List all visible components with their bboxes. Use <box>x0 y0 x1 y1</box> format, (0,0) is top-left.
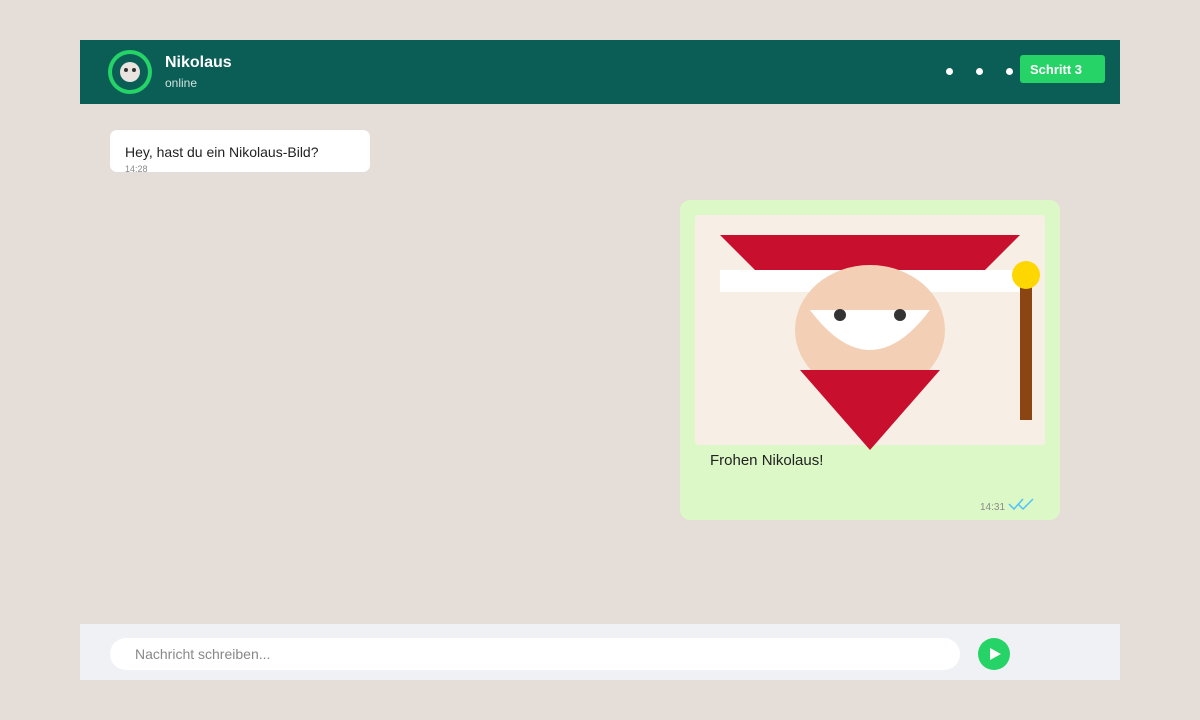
send-button[interactable] <box>978 638 1010 670</box>
menu-dot-icon[interactable] <box>1006 68 1013 75</box>
incoming-message: Hey, hast du ein Nikolaus-Bild? 14:28 <box>110 130 370 174</box>
santa-illustration <box>720 235 1040 450</box>
message-time: 14:28 <box>125 164 148 174</box>
staff-orb <box>1012 261 1040 289</box>
contact-name[interactable]: Nikolaus <box>165 54 232 72</box>
contact-status: online <box>165 76 198 90</box>
send-icon <box>990 648 1001 660</box>
contact-avatar[interactable] <box>108 50 152 94</box>
santa-image[interactable] <box>695 215 1045 450</box>
santa-eye-right <box>894 309 906 321</box>
santa-coat <box>800 370 940 450</box>
avatar-eye <box>124 68 128 72</box>
message-time: 14:31 <box>980 502 1006 513</box>
santa-hat <box>720 235 1020 270</box>
message-input[interactable] <box>110 638 960 670</box>
message-text: Hey, hast du ein Nikolaus-Bild? <box>125 144 319 160</box>
chat-window: Nikolaus online Schritt 3 Hey, hast du e… <box>80 40 1120 680</box>
avatar-eye <box>132 68 136 72</box>
avatar-ring <box>112 54 148 90</box>
message-caption: Frohen Nikolaus! <box>710 452 824 469</box>
step-button[interactable]: Schritt 3 <box>1020 55 1105 83</box>
staff <box>1020 280 1032 420</box>
composer-bar <box>80 624 1120 680</box>
santa-eye-left <box>834 309 846 321</box>
menu-dot-icon[interactable] <box>946 68 953 75</box>
chat-header: Nikolaus online Schritt 3 <box>80 40 1120 104</box>
outgoing-message: Frohen Nikolaus! 14:31 <box>680 200 1060 520</box>
menu-dot-icon[interactable] <box>976 68 983 75</box>
avatar-face-icon <box>120 62 140 82</box>
double-check-icon <box>1008 498 1034 511</box>
